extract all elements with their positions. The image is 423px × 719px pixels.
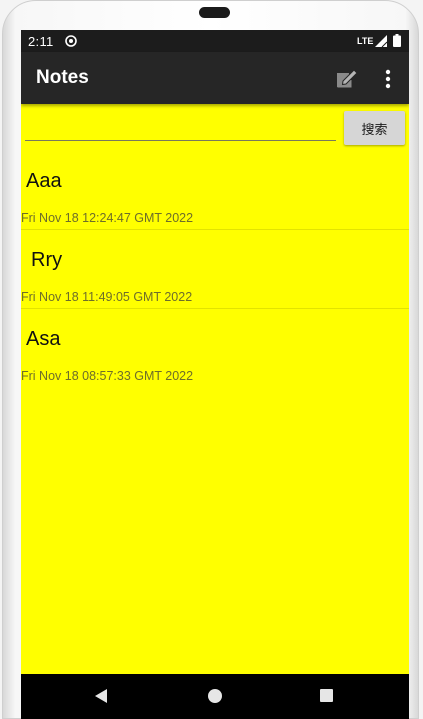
notes-list: Aaa Fri Nov 18 12:24:47 GMT 2022 Rry Fri… [21, 151, 409, 388]
recents-icon[interactable] [320, 689, 333, 702]
note-list-item[interactable]: Asa Fri Nov 18 08:57:33 GMT 2022 [21, 309, 409, 388]
status-time: 2:11 [28, 34, 54, 49]
navigation-bar [21, 674, 409, 719]
note-list-item[interactable]: Rry Fri Nov 18 11:49:05 GMT 2022 [21, 230, 409, 309]
note-date: Fri Nov 18 11:49:05 GMT 2022 [21, 290, 193, 304]
battery-icon [393, 34, 401, 47]
note-date: Fri Nov 18 12:24:47 GMT 2022 [21, 211, 194, 225]
more-vert-icon[interactable] [379, 66, 397, 92]
app-title: Notes [36, 67, 89, 88]
sync-app-icon [65, 35, 77, 47]
home-icon[interactable] [208, 689, 222, 703]
app-bar: Notes [21, 52, 409, 104]
screen: 2:11 LTE Notes 搜索 Aaa Fri Nov 18 12:24:4… [21, 30, 409, 719]
back-icon[interactable] [94, 688, 108, 704]
note-list-item[interactable]: Aaa Fri Nov 18 12:24:47 GMT 2022 [21, 151, 409, 230]
note-title: Aaa [26, 170, 62, 192]
search-input[interactable] [25, 113, 336, 141]
note-date: Fri Nov 18 08:57:33 GMT 2022 [21, 369, 194, 383]
signal-icon [375, 35, 387, 47]
search-button[interactable]: 搜索 [344, 111, 405, 145]
earpiece-speaker [199, 7, 230, 18]
status-bar: 2:11 LTE [21, 30, 409, 52]
status-network-type: LTE [357, 36, 374, 46]
device: 2:11 LTE Notes 搜索 Aaa Fri Nov 18 12:24:4… [0, 0, 423, 719]
note-title: Asa [26, 328, 61, 350]
compose-icon[interactable] [334, 66, 360, 92]
note-title: Rry [31, 249, 63, 271]
